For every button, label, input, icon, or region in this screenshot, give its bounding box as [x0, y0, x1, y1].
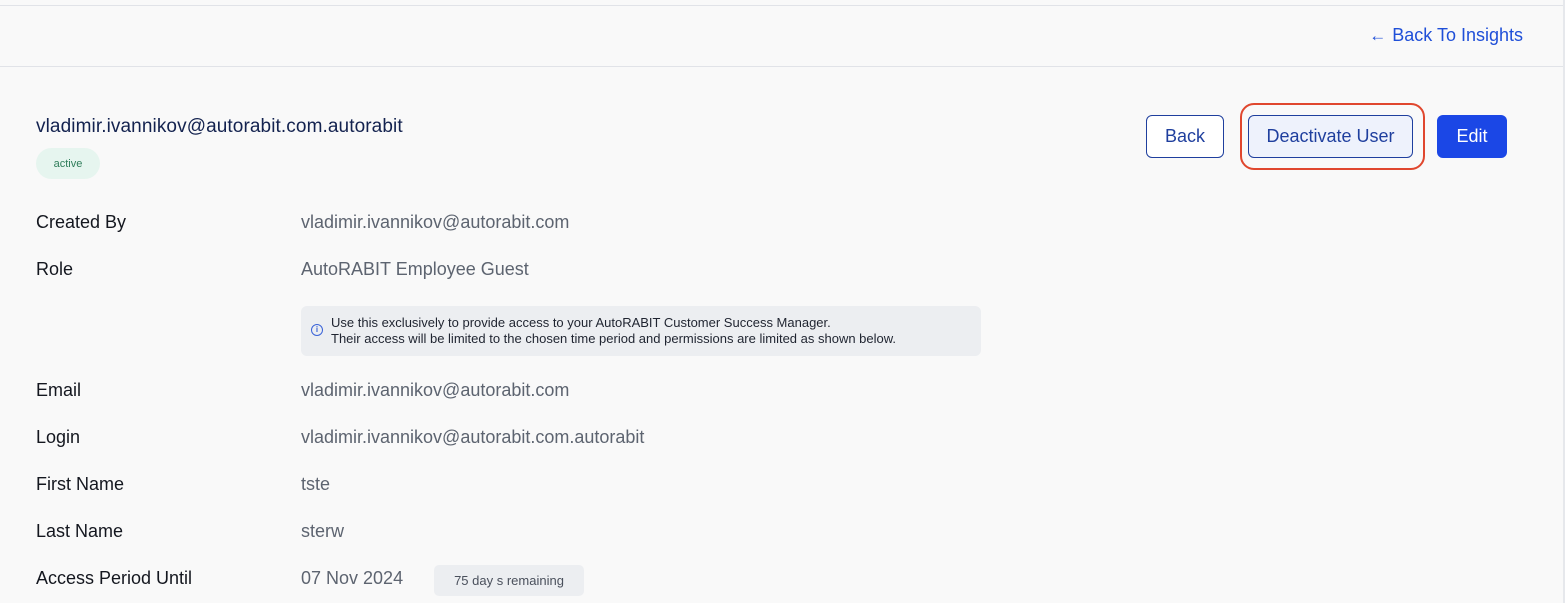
deactivate-user-button[interactable]: Deactivate User — [1248, 115, 1413, 158]
last-name-label: Last Name — [36, 521, 124, 541]
email-label: Email — [36, 380, 82, 400]
last-name-value: sterw — [301, 521, 345, 541]
edit-button[interactable]: Edit — [1437, 115, 1507, 158]
back-to-insights-link[interactable]: ← Back To Insights — [1369, 25, 1523, 46]
back-button[interactable]: Back — [1146, 115, 1224, 158]
arrow-left-icon: ← — [1369, 26, 1387, 45]
first-name-value: tste — [301, 474, 331, 494]
back-to-insights-label: Back To Insights — [1392, 25, 1523, 45]
role-label: Role — [36, 259, 74, 279]
role-info-box: i Use this exclusively to provide access… — [301, 306, 981, 356]
role-info-line-1: Use this exclusively to provide access t… — [331, 315, 831, 330]
status-badge: active — [36, 148, 100, 179]
role-info-text: Use this exclusively to provide access t… — [331, 315, 896, 347]
first-name-label: First Name — [36, 474, 125, 494]
created-by-label: Created By — [36, 212, 127, 232]
access-period-value: 07 Nov 2024 — [301, 568, 404, 588]
role-value: AutoRABIT Employee Guest — [301, 259, 529, 279]
remaining-days-badge: 75 day s remaining — [434, 565, 584, 596]
page-title: vladimir.ivannikov@autorabit.com.autorab… — [36, 116, 403, 137]
login-label: Login — [36, 427, 81, 447]
info-icon: i — [311, 324, 323, 336]
access-period-label: Access Period Until — [36, 568, 193, 588]
email-value: vladimir.ivannikov@autorabit.com — [301, 380, 570, 400]
login-value: vladimir.ivannikov@autorabit.com.autorab… — [301, 427, 645, 447]
role-info-line-2: Their access will be limited to the chos… — [331, 331, 897, 346]
header-bar: ← Back To Insights — [0, 6, 1565, 67]
created-by-value: vladimir.ivannikov@autorabit.com — [301, 212, 570, 232]
